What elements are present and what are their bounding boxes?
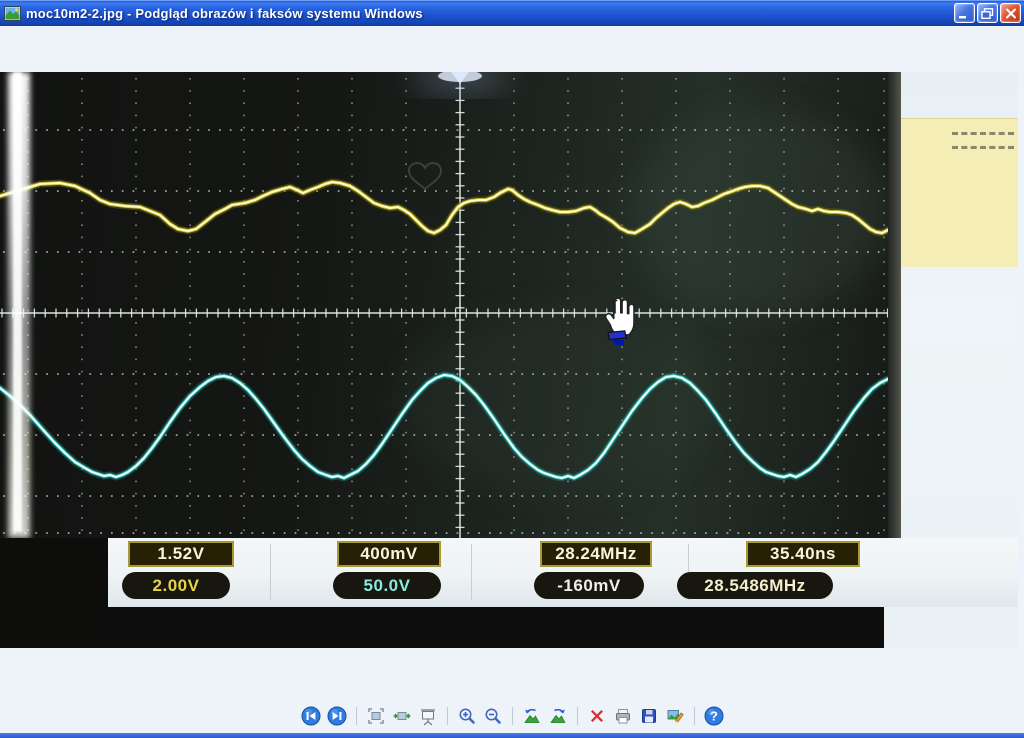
readout-offset: -160mV [534,572,644,599]
toolbar-separator [447,707,448,725]
rotate-counterclockwise-icon[interactable] [522,706,542,726]
readout-ch1-level: 1.52V [128,541,234,567]
scope-bezel-label-area [900,118,1018,267]
oscilloscope-screen [0,72,888,538]
close-button[interactable] [1000,3,1021,23]
restore-button[interactable] [977,3,998,23]
rotate-clockwise-icon[interactable] [548,706,568,726]
readout-ch1-scale: 2.00V [122,572,230,599]
zoom-out-icon[interactable] [483,706,503,726]
best-fit-icon[interactable] [366,706,386,726]
readout-ch2-scale: 50.0V [333,572,441,599]
edit-image-icon[interactable] [665,706,685,726]
toolbar-separator [512,707,513,725]
readout-separator [471,544,472,600]
taskbar-edge [0,733,1024,738]
delete-icon[interactable] [587,706,607,726]
bezel-markings [952,132,1014,135]
window-titlebar[interactable]: moc10m2-2.jpg - Podgląd obrazów i faksów… [0,0,1024,26]
desktop: { "window": { "title": "moc10m2-2.jpg - … [0,0,1024,738]
window-title: moc10m2-2.jpg - Podgląd obrazów i faksów… [26,6,423,21]
app-icon [4,6,21,21]
restore-icon [981,8,994,19]
minimize-icon [958,8,971,19]
screen-lower-shadow [0,538,108,648]
readout-period: 35.40ns [746,541,860,567]
help-icon[interactable]: ? [704,706,724,726]
start-slideshow-icon[interactable] [418,706,438,726]
previous-image-icon[interactable] [301,706,321,726]
svg-text:?: ? [710,709,718,724]
viewer-toolbar: ? [0,702,1024,730]
actual-size-icon[interactable] [392,706,412,726]
bezel-markings [952,146,1014,149]
print-icon[interactable] [613,706,633,726]
toolbar-separator [577,707,578,725]
hand-pan-cursor [598,296,638,348]
readout-amplitude: 400mV [337,541,441,567]
readout-measured-frequency: 28.5486MHz [677,572,833,599]
readout-frequency: 28.24MHz [540,541,652,567]
screen-glare [13,72,22,532]
save-icon[interactable] [639,706,659,726]
graticule-and-traces [0,72,888,538]
next-image-icon[interactable] [327,706,347,726]
minimize-button[interactable] [954,3,975,23]
readout-separator [270,544,271,600]
toolbar-separator [356,707,357,725]
zoom-in-icon[interactable] [457,706,477,726]
toolbar-separator [694,707,695,725]
close-icon [1005,8,1017,19]
photo-oscilloscope[interactable]: 1.52V 400mV 28.24MHz 35.40ns 2.00V 50.0V… [0,72,1018,648]
scope-readout-band: 1.52V 400mV 28.24MHz 35.40ns 2.00V 50.0V… [108,538,1018,607]
